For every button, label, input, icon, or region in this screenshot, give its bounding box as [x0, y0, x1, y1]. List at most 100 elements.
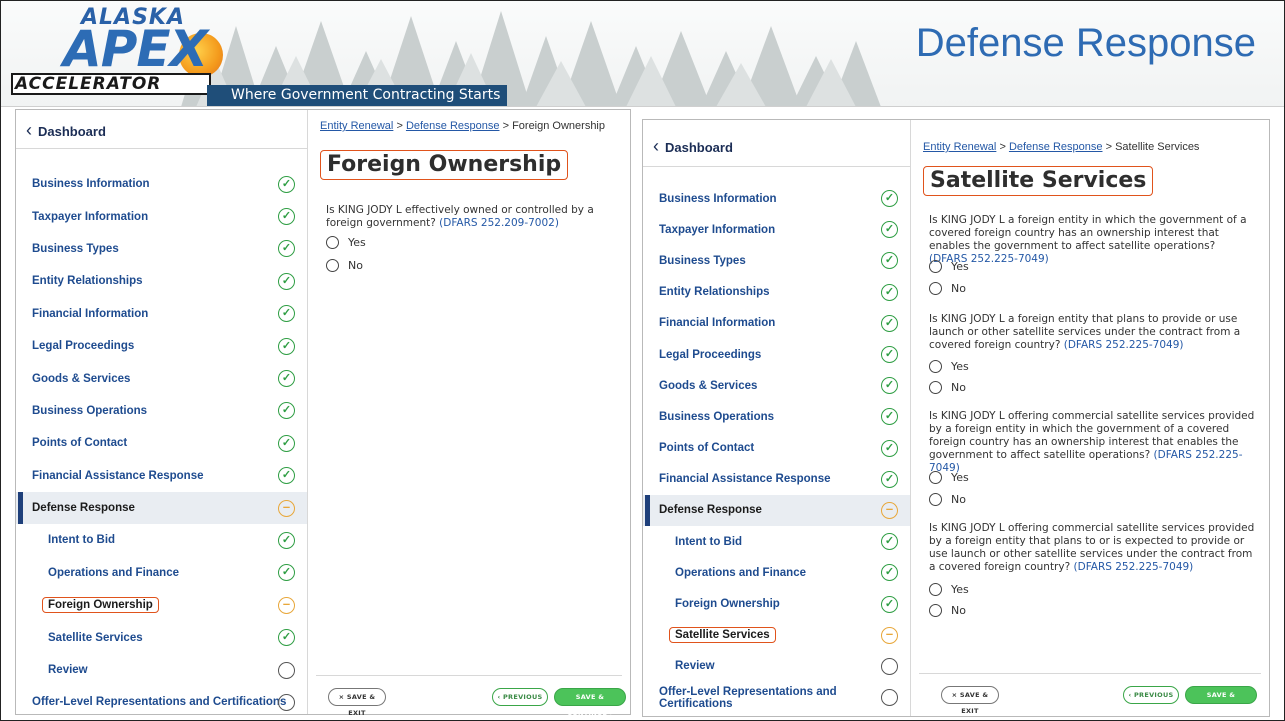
save-continue-button[interactable]: SAVE & CONTINUE ›: [1185, 686, 1257, 715]
radio-button[interactable]: [929, 360, 942, 373]
sidebar-item-business-types[interactable]: Business Types ✓: [16, 233, 307, 265]
sidebar-item-operations-and-finance[interactable]: Operations and Finance ✓: [16, 557, 307, 589]
sidebar-item-financial-information[interactable]: Financial Information ✓: [16, 298, 307, 330]
check-circle-icon: ✓: [881, 377, 898, 395]
radio-button[interactable]: [929, 260, 942, 273]
sidebar-item-entity-relationships[interactable]: Entity Relationships ✓: [16, 265, 307, 297]
option-no[interactable]: No: [929, 604, 966, 617]
sidebar-item-business-information[interactable]: Business Information ✓: [643, 183, 910, 214]
sidebar-item-operations-and-finance[interactable]: Operations and Finance ✓: [643, 557, 910, 588]
page-title: Satellite Services: [923, 166, 1154, 196]
radio-button[interactable]: [929, 604, 942, 617]
sidebar-item-label: Points of Contact: [32, 437, 128, 450]
sidebar-item-satellite-services[interactable]: Satellite Services –: [643, 620, 910, 651]
option-no[interactable]: No: [326, 259, 363, 272]
radio-button[interactable]: [929, 381, 942, 394]
sidebar-item-defense-response[interactable]: Defense Response –: [643, 494, 910, 527]
sidebar-item-financial-assistance-response[interactable]: Financial Assistance Response ✓: [643, 464, 910, 495]
sidebar-item-offer-level-representations-and-certifications[interactable]: Offer-Level Representations and Certific…: [643, 682, 910, 713]
sidebar-item-entity-relationships[interactable]: Entity Relationships ✓: [643, 277, 910, 308]
regulation-link[interactable]: (DFARS 252.209-7002): [439, 217, 559, 229]
radio-button[interactable]: [929, 282, 942, 295]
sidebar-item-business-information[interactable]: Business Information ✓: [16, 168, 307, 200]
sidebar-item-label: Legal Proceedings: [659, 348, 762, 361]
sidebar-item-review[interactable]: Review: [643, 651, 910, 682]
sidebar-item-financial-assistance-response[interactable]: Financial Assistance Response ✓: [16, 460, 307, 492]
foreign-ownership-panel: ‹ Dashboard Business Information ✓ Taxpayer…: [15, 109, 631, 717]
option-label: No: [951, 604, 966, 617]
sidebar-item-goods-and-services[interactable]: Goods & Services ✓: [643, 370, 910, 401]
sidebar-item-label: Taxpayer Information: [32, 210, 149, 223]
save-exit-button[interactable]: × SAVE & EXIT: [941, 686, 999, 715]
option-label: Yes: [951, 260, 969, 273]
sidebar-item-satellite-services[interactable]: Satellite Services ✓: [16, 621, 307, 653]
empty-circle-icon: [881, 657, 898, 675]
sidebar-item-foreign-ownership[interactable]: Foreign Ownership ✓: [643, 588, 910, 619]
sidebar-item-label: Business Operations: [32, 404, 148, 417]
save-exit-button[interactable]: × SAVE & EXIT: [328, 688, 386, 717]
sidebar-item-goods-and-services[interactable]: Goods & Services ✓: [16, 362, 307, 394]
page-title: Foreign Ownership: [320, 150, 569, 180]
option-no[interactable]: No: [929, 282, 966, 295]
question-body: Is KING JODY L a foreign entity in which…: [929, 214, 1247, 252]
sidebar-item-legal-proceedings[interactable]: Legal Proceedings ✓: [16, 330, 307, 362]
sidebar-item-taxpayer-information[interactable]: Taxpayer Information ✓: [643, 214, 910, 245]
dashboard-link[interactable]: ‹ Dashboard: [653, 136, 733, 157]
empty-circle-icon: [278, 693, 295, 711]
sidebar-item-label: Intent to Bid: [48, 534, 116, 547]
sidebar-item-business-operations[interactable]: Business Operations ✓: [643, 401, 910, 432]
check-circle-icon: ✓: [278, 467, 295, 485]
check-circle-icon: ✓: [881, 595, 898, 613]
save-continue-button[interactable]: SAVE & CONTINUE ›: [554, 688, 626, 717]
radio-button[interactable]: [929, 583, 942, 596]
option-yes[interactable]: Yes: [929, 471, 969, 484]
sidebar-item-points-of-contact[interactable]: Points of Contact ✓: [643, 433, 910, 464]
radio-button[interactable]: [326, 259, 339, 272]
breadcrumb-separator: >: [999, 141, 1006, 153]
sidebar-item-defense-response[interactable]: Defense Response –: [16, 491, 307, 525]
sidebar-item-label: Business Types: [659, 254, 746, 267]
sidebar-item-review[interactable]: Review: [16, 654, 307, 686]
sidebar-nav: ‹ Dashboard Business Information ✓ Taxpayer…: [16, 110, 308, 714]
sidebar-item-financial-information[interactable]: Financial Information ✓: [643, 308, 910, 339]
regulation-link[interactable]: (DFARS 252.225-7049): [1074, 561, 1194, 573]
sidebar-item-taxpayer-information[interactable]: Taxpayer Information ✓: [16, 200, 307, 232]
radio-button[interactable]: [326, 236, 339, 249]
sidebar-item-points-of-contact[interactable]: Points of Contact ✓: [16, 427, 307, 459]
empty-circle-icon: [881, 689, 898, 707]
sidebar-item-intent-to-bid[interactable]: Intent to Bid ✓: [16, 524, 307, 556]
section-list: Business Information ✓ Taxpayer Informatio…: [16, 168, 307, 719]
sidebar-item-business-types[interactable]: Business Types ✓: [643, 245, 910, 276]
option-yes[interactable]: Yes: [929, 260, 969, 273]
option-yes[interactable]: Yes: [929, 583, 969, 596]
in-progress-icon: –: [881, 626, 898, 644]
radio-button[interactable]: [929, 471, 942, 484]
option-yes[interactable]: Yes: [929, 360, 969, 373]
slide: ALASKA APEX ACCELERATOR Where Government…: [0, 0, 1285, 721]
previous-button[interactable]: ‹ PREVIOUS: [1123, 686, 1179, 704]
previous-button[interactable]: ‹ PREVIOUS: [492, 688, 548, 706]
sidebar-item-label: Business Information: [659, 192, 777, 205]
sidebar-item-legal-proceedings[interactable]: Legal Proceedings ✓: [643, 339, 910, 370]
sidebar-item-label: Entity Relationships: [659, 286, 770, 299]
sidebar-item-foreign-ownership[interactable]: Foreign Ownership –: [16, 589, 307, 621]
sidebar-item-intent-to-bid[interactable]: Intent to Bid ✓: [643, 526, 910, 557]
dashboard-link[interactable]: ‹ Dashboard: [26, 120, 106, 141]
breadcrumb-defense-response[interactable]: Defense Response: [1009, 141, 1103, 153]
option-yes[interactable]: Yes: [326, 236, 366, 249]
slide-title: Defense Response: [915, 21, 1256, 65]
sidebar-item-offer-level-representations-and-certifications[interactable]: Offer-Level Representations and Certific…: [16, 686, 307, 718]
sidebar-item-label: Goods & Services: [32, 372, 131, 385]
option-no[interactable]: No: [929, 493, 966, 506]
regulation-link[interactable]: (DFARS 252.225-7049): [1064, 339, 1184, 351]
chevron-left-icon: ‹: [653, 136, 659, 156]
breadcrumb-entity-renewal[interactable]: Entity Renewal: [320, 120, 393, 132]
radio-button[interactable]: [929, 493, 942, 506]
breadcrumb: Entity Renewal > Defense Response > Fore…: [320, 120, 605, 132]
sidebar-item-label: Review: [675, 660, 715, 673]
breadcrumb-defense-response[interactable]: Defense Response: [406, 120, 500, 132]
option-no[interactable]: No: [929, 381, 966, 394]
sidebar-item-business-operations[interactable]: Business Operations ✓: [16, 395, 307, 427]
breadcrumb-entity-renewal[interactable]: Entity Renewal: [923, 141, 996, 153]
option-label: No: [951, 381, 966, 394]
